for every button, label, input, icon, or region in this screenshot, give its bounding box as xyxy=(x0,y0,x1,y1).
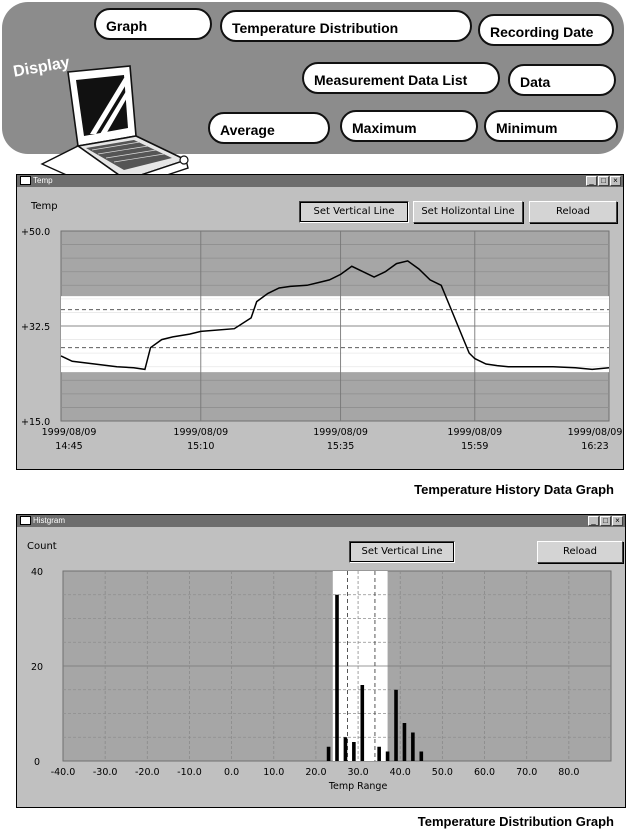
y-tick-label: 40 xyxy=(31,567,43,578)
histogram-bar xyxy=(385,751,390,761)
x-tick-label: 50.0 xyxy=(432,767,453,778)
histogram-window: Histgram _ □ × Count Set Vertical Line R… xyxy=(16,514,626,808)
histogram-bar xyxy=(402,723,407,761)
x-axis-label: Temp Range xyxy=(328,781,388,792)
histogram-bar xyxy=(394,689,398,761)
histogram-bar xyxy=(377,746,381,761)
set-horizontal-line-button[interactable]: Set Holizontal Line xyxy=(413,201,523,223)
histogram-bar xyxy=(326,746,331,761)
y-axis-label: Count xyxy=(27,541,57,552)
histogram-bar xyxy=(419,751,424,761)
window-icon xyxy=(20,516,31,525)
y-tick-label: 20 xyxy=(31,662,43,673)
x-tick-date: 1999/08/09 xyxy=(313,427,368,438)
maximum-button[interactable]: Maximum xyxy=(340,110,478,142)
histogram-bar xyxy=(411,732,415,761)
x-tick-time: 16:23 xyxy=(581,441,608,452)
x-tick-date: 1999/08/09 xyxy=(568,427,623,438)
window-title: Histgram xyxy=(33,516,66,525)
x-tick-label: -10.0 xyxy=(177,767,202,778)
x-tick-label: -30.0 xyxy=(93,767,118,778)
y-tick-label: 0 xyxy=(34,757,40,768)
histogram-bar xyxy=(343,737,348,761)
maximize-icon[interactable]: □ xyxy=(598,176,609,186)
history-graph-caption: Temperature History Data Graph xyxy=(414,482,614,497)
temperature-history-window: Temp _ □ × Temp Set Vertical Line Set Ho… xyxy=(16,174,624,470)
measurement-data-list-button[interactable]: Measurement Data List xyxy=(302,62,500,94)
window-title: Temp xyxy=(33,176,53,185)
minimize-icon[interactable]: _ xyxy=(586,176,597,186)
x-tick-time: 15:10 xyxy=(187,441,214,452)
temperature-history-chart: +50.0+32.5+15.0 1999/08/0914:451999/08/0… xyxy=(21,227,623,452)
x-tick-label: 20.0 xyxy=(305,767,326,778)
y-tick-label: +32.5 xyxy=(21,322,50,333)
recording-date-button[interactable]: Recording Date xyxy=(478,14,614,46)
histogram-bar xyxy=(352,742,356,761)
distribution-graph-caption: Temperature Distribution Graph xyxy=(417,814,614,829)
x-tick-label: 70.0 xyxy=(516,767,537,778)
x-tick-label: -20.0 xyxy=(135,767,160,778)
x-tick-label: 10.0 xyxy=(263,767,284,778)
x-tick-time: 15:59 xyxy=(461,441,488,452)
x-tick-label: 80.0 xyxy=(558,767,579,778)
x-tick-date: 1999/08/09 xyxy=(173,427,228,438)
set-vertical-line-button[interactable]: Set Vertical Line xyxy=(349,541,455,563)
y-axis-label: Temp xyxy=(31,201,58,212)
y-tick-label: +50.0 xyxy=(21,227,50,238)
close-icon[interactable]: × xyxy=(612,516,623,526)
histogram-bar xyxy=(360,685,365,761)
graph-button[interactable]: Graph xyxy=(94,8,212,40)
window-icon xyxy=(20,176,31,185)
close-icon[interactable]: × xyxy=(610,176,621,186)
temperature-distribution-chart: 40 20 0 -40.0 -30.0 -20.0 -10.0 0.0 10.0 20.0 30.… xyxy=(31,567,612,792)
x-tick-time: 15:35 xyxy=(327,441,354,452)
range-band xyxy=(61,296,609,373)
x-tick-time: 14:45 xyxy=(55,441,82,452)
minimize-icon[interactable]: _ xyxy=(588,516,599,526)
x-tick-label: 0.0 xyxy=(224,767,239,778)
x-tick-label: 30.0 xyxy=(347,767,368,778)
x-tick-label: 60.0 xyxy=(474,767,495,778)
reload-button[interactable]: Reload xyxy=(529,201,617,223)
x-tick-label: -40.0 xyxy=(51,767,76,778)
minimum-button[interactable]: Minimum xyxy=(484,110,618,142)
data-button[interactable]: Data xyxy=(508,64,616,96)
title-bar: Histgram _ □ × xyxy=(17,515,625,527)
set-vertical-line-button[interactable]: Set Vertical Line xyxy=(299,201,409,223)
reload-button[interactable]: Reload xyxy=(537,541,623,563)
temperature-distribution-button[interactable]: Temperature Distribution xyxy=(220,10,472,42)
x-tick-date: 1999/08/09 xyxy=(42,427,97,438)
x-tick-label: 40.0 xyxy=(390,767,411,778)
histogram-bar xyxy=(335,594,339,761)
average-button[interactable]: Average xyxy=(208,112,330,144)
maximize-icon[interactable]: □ xyxy=(600,516,611,526)
title-bar: Temp _ □ × xyxy=(17,175,623,187)
x-tick-date: 1999/08/09 xyxy=(447,427,502,438)
